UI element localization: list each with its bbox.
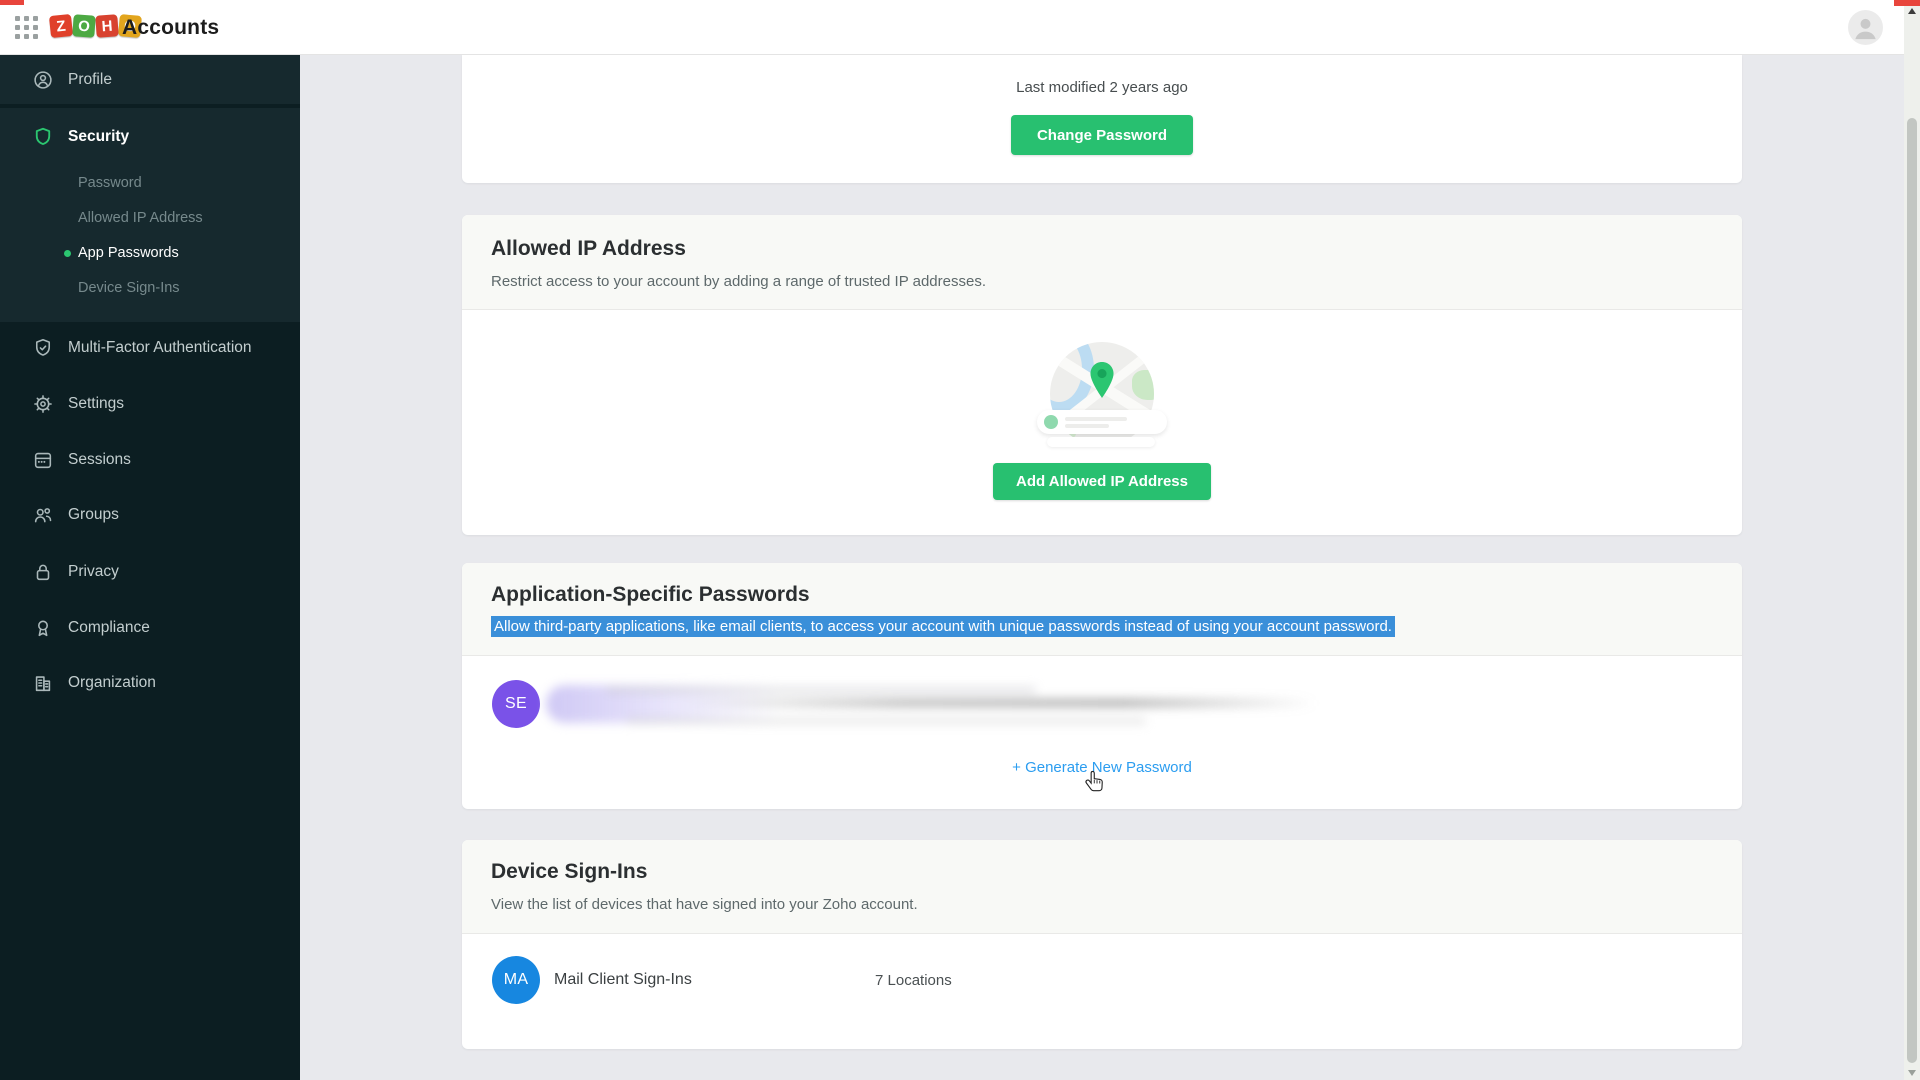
scrollbar-thumb[interactable] (1907, 118, 1917, 1063)
locations-count: 7 Locations (875, 972, 952, 989)
app-passwords-title: Application-Specific Passwords (491, 583, 810, 606)
mail-client-avatar: MA (492, 956, 540, 1004)
building-icon (32, 672, 54, 694)
sidebar-subitem-allowed-ip[interactable]: Allowed IP Address (78, 203, 203, 233)
allowed-ip-card: Allowed IP Address Restrict access to yo… (462, 215, 1742, 535)
page-title: Accounts (122, 15, 220, 39)
mouse-cursor (1084, 770, 1106, 799)
sidebar-subitem-app-passwords[interactable]: App Passwords (64, 238, 179, 268)
map-illustration (1037, 342, 1167, 457)
sidebar-item-label: Groups (68, 506, 119, 523)
sidebar-item-label: Compliance (68, 619, 150, 636)
app-grid-icon[interactable] (15, 16, 39, 40)
device-signins-description: View the list of devices that have signe… (491, 896, 918, 913)
recording-indicator-right (1894, 0, 1920, 6)
sidebar-item-compliance[interactable]: Compliance (0, 605, 300, 651)
allowed-ip-description: Restrict access to your account by addin… (491, 273, 986, 290)
location-pin-icon (1085, 360, 1119, 405)
app-password-entry-avatar: SE (492, 680, 540, 728)
sidebar-subitem-label: Password (78, 175, 142, 191)
sidebar-item-mfa[interactable]: Multi-Factor Authentication (0, 325, 300, 371)
shield-icon (32, 126, 54, 148)
person-icon (1855, 18, 1876, 40)
scroll-down-arrow-icon[interactable] (1908, 1070, 1916, 1076)
redacted-entry-details (546, 683, 1316, 727)
main-content: Last modified 2 years ago Change Passwor… (300, 55, 1904, 1080)
gear-icon (32, 393, 54, 415)
sidebar-item-label: Multi-Factor Authentication (68, 339, 252, 356)
device-signins-title: Device Sign-Ins (491, 860, 648, 883)
sidebar-item-security[interactable]: Security (0, 114, 300, 160)
active-indicator-dot (64, 249, 71, 257)
zoho-accounts-app: Z O H O Accounts Profile Security Passwo… (0, 0, 1920, 1080)
sidebar-item-profile[interactable]: Profile (0, 57, 300, 103)
sidebar-item-privacy[interactable]: Privacy (0, 549, 300, 595)
sidebar-subitem-label: Device Sign-Ins (78, 280, 180, 296)
vertical-scrollbar[interactable] (1904, 0, 1920, 1080)
app-passwords-description-selected: Allow third-party applications, like ema… (491, 616, 1395, 637)
device-signins-header: Device Sign-Ins View the list of devices… (462, 840, 1742, 934)
sidebar-subitem-device-signins[interactable]: Device Sign-Ins (78, 273, 180, 303)
shield-check-icon (32, 337, 54, 359)
sessions-icon (32, 449, 54, 471)
zoho-logo-tile: H (95, 14, 119, 38)
password-last-modified: Last modified 2 years ago (1016, 79, 1188, 96)
sidebar-subitem-label: Allowed IP Address (78, 210, 203, 226)
sidebar-item-label: Privacy (68, 563, 119, 580)
sidebar-subitem-password[interactable]: Password (78, 168, 142, 198)
sidebar-item-groups[interactable]: Groups (0, 492, 300, 538)
sidebar-subitem-label: App Passwords (78, 245, 179, 261)
scroll-up-arrow-icon[interactable] (1908, 8, 1916, 14)
map-overlay-bar-2 (1047, 437, 1155, 447)
lock-icon (32, 561, 54, 583)
add-allowed-ip-button[interactable]: Add Allowed IP Address (993, 463, 1211, 500)
badge-icon (32, 617, 54, 639)
sidebar-item-organization[interactable]: Organization (0, 660, 300, 706)
device-signins-card: Device Sign-Ins View the list of devices… (462, 840, 1742, 1049)
people-icon (32, 504, 54, 526)
allowed-ip-title: Allowed IP Address (491, 237, 686, 260)
sidebar-item-label: Profile (68, 71, 112, 88)
password-card: Last modified 2 years ago Change Passwor… (462, 55, 1742, 183)
topbar: Z O H O Accounts (0, 0, 1920, 55)
mail-client-signins-label[interactable]: Mail Client Sign-Ins (554, 971, 692, 989)
sidebar-item-sessions[interactable]: Sessions (0, 437, 300, 483)
sidebar-item-label: Organization (68, 674, 156, 691)
recording-indicator-left (0, 0, 24, 5)
allowed-ip-header: Allowed IP Address Restrict access to yo… (462, 215, 1742, 310)
app-passwords-card: Application-Specific Passwords Allow thi… (462, 563, 1742, 809)
change-password-button[interactable]: Change Password (1011, 115, 1193, 155)
app-passwords-header: Application-Specific Passwords Allow thi… (462, 563, 1742, 656)
map-overlay-bar (1037, 410, 1167, 434)
sidebar-item-settings[interactable]: Settings (0, 381, 300, 427)
profile-icon (32, 69, 54, 91)
sidebar-item-label: Sessions (68, 451, 131, 468)
user-avatar[interactable] (1848, 10, 1883, 45)
sidebar-item-label: Security (68, 128, 130, 145)
sidebar-item-label: Settings (68, 395, 125, 412)
zoho-logo-tile: Z (48, 13, 74, 39)
sidebar: Profile Security Password Allowed IP Add… (0, 55, 300, 1080)
zoho-logo-tile: O (72, 14, 96, 38)
